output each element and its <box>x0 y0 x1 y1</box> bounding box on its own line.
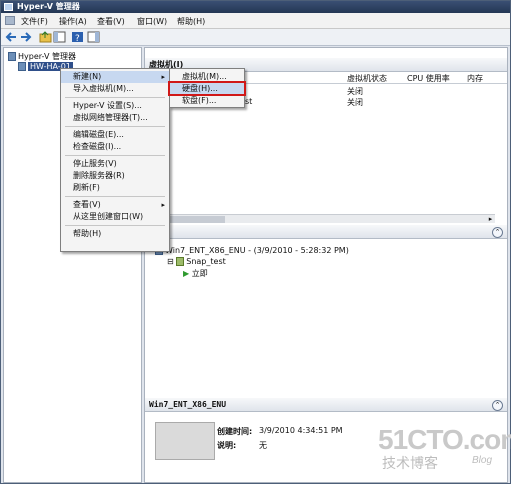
menu-item-label: 帮助(H) <box>73 229 102 238</box>
menu-action[interactable]: 操作(A) <box>59 16 87 27</box>
menu-item-label: 查看(V) <box>73 200 101 209</box>
vm-thumbnail <box>155 422 215 460</box>
snapshot-panel-header: S) <box>145 225 507 239</box>
menu-item-label: 虚拟网络管理器(T)... <box>73 113 148 122</box>
menu-help[interactable]: 帮助(H) <box>177 16 205 27</box>
tree-root[interactable]: Hyper-V 管理器 <box>8 51 76 62</box>
menu-item-label: 刷新(F) <box>73 183 100 192</box>
menu-separator <box>65 155 165 156</box>
notes-value: 无 <box>259 441 267 450</box>
menu-separator <box>65 97 165 98</box>
menu-item-stop-service[interactable]: 停止服务(V) <box>61 158 169 170</box>
menu-item-new-window[interactable]: 从这里创建窗口(W) <box>61 211 169 223</box>
snapshot-icon <box>176 257 185 266</box>
menu-item-label: 删除服务器(R) <box>73 171 125 180</box>
vm-state: 关闭 <box>347 87 363 96</box>
menu-item-label: 导入虚拟机(M)... <box>73 84 134 93</box>
created-value: 3/9/2010 4:34:51 PM <box>259 426 343 435</box>
window-title: Hyper-V 管理器 <box>17 2 80 11</box>
menu-item-new[interactable]: 新建(N) ▸ <box>61 71 169 83</box>
server-icon <box>18 62 26 71</box>
menu-item-network-manager[interactable]: 虚拟网络管理器(T)... <box>61 112 169 124</box>
details-panel-header: Win7_ENT_X86_ENU <box>145 398 507 412</box>
menu-item-help[interactable]: 帮助(H) <box>61 228 169 240</box>
watermark-site: 51CTO.com <box>378 424 511 455</box>
submenu-arrow-icon: ▸ <box>161 201 165 209</box>
forward-arrow-icon[interactable] <box>19 31 32 43</box>
created-label: 创建时间: <box>217 427 253 436</box>
menu-separator <box>65 196 165 197</box>
scroll-right-icon[interactable]: ▸ <box>486 215 495 224</box>
snapshot-label: Snap_test <box>186 257 226 266</box>
play-icon: ▶ <box>183 269 190 278</box>
snapshot-vm-node[interactable]: Win7_ENT_X86_ENU - (3/9/2010 - 5:28:32 P… <box>155 246 349 255</box>
up-folder-icon[interactable] <box>39 31 52 43</box>
submenu-item-floppy[interactable]: 软盘(F)... <box>170 95 244 107</box>
menu-item-edit-disk[interactable]: 编辑磁盘(E)... <box>61 129 169 141</box>
menu-view[interactable]: 查看(V) <box>97 16 125 27</box>
menu-bar: 文件(F) 操作(A) 查看(V) 窗口(W) 帮助(H) <box>1 13 510 29</box>
collapse-details-icon[interactable]: ⌃ <box>492 400 503 411</box>
context-menu: 新建(N) ▸ 导入虚拟机(M)... Hyper-V 设置(S)... 虚拟网络… <box>60 68 170 252</box>
vm-horizontal-scrollbar[interactable]: ◂ ▸ <box>145 214 495 223</box>
menu-item-label: 停止服务(V) <box>73 159 117 168</box>
notes-label: 说明: <box>217 441 237 450</box>
hyperv-manager-icon <box>8 52 16 61</box>
snapshot-node[interactable]: ⊟ Snap_test <box>167 257 226 266</box>
menu-separator <box>65 225 165 226</box>
menu-item-label: 检查磁盘(I)... <box>73 142 122 151</box>
back-arrow-icon[interactable] <box>5 31 18 43</box>
menu-separator <box>65 126 165 127</box>
menu-item-label: 从这里创建窗口(W) <box>73 212 144 221</box>
submenu-arrow-icon: ▸ <box>161 73 165 81</box>
vm-name: st <box>245 97 253 106</box>
vm-state: 关闭 <box>347 98 363 107</box>
column-cpu[interactable]: CPU 使用率 <box>407 73 450 84</box>
now-node[interactable]: ▶ 立即 <box>183 268 208 279</box>
menu-item-inspect-disk[interactable]: 检查磁盘(I)... <box>61 141 169 153</box>
menu-item-refresh[interactable]: 刷新(F) <box>61 182 169 194</box>
submenu-item-label: 虚拟机(M)... <box>182 72 227 81</box>
collapse-snapshots-icon[interactable]: ⌃ <box>492 227 503 238</box>
main-pane: 虚拟机(I) 虚拟机状态 CPU 使用率 内存 关闭 st 关闭 ◂ ▸ S) … <box>144 47 508 483</box>
hyperv-app-icon <box>4 3 13 11</box>
menu-item-label: 编辑磁盘(E)... <box>73 130 124 139</box>
menu-window[interactable]: 窗口(W) <box>137 16 167 27</box>
system-menu-icon[interactable] <box>5 16 15 25</box>
title-bar: Hyper-V 管理器 <box>1 1 510 13</box>
watermark-tagline: 技术博客 <box>382 456 438 472</box>
menu-item-import[interactable]: 导入虚拟机(M)... <box>61 83 169 95</box>
menu-item-label: 新建(N) <box>73 72 102 81</box>
watermark-blog: Blog <box>472 455 493 466</box>
highlight-box <box>168 81 246 96</box>
toolbar: ? <box>1 29 510 46</box>
details-panel-title: Win7_ENT_X86_ENU <box>149 400 227 409</box>
column-state[interactable]: 虚拟机状态 <box>347 73 387 84</box>
now-label: 立即 <box>191 269 208 278</box>
help-icon[interactable]: ? <box>71 31 84 43</box>
menu-item-label: Hyper-V 设置(S)... <box>73 101 142 110</box>
svg-text:?: ? <box>75 34 80 43</box>
show-hide-tree-icon[interactable] <box>53 31 66 43</box>
menu-item-view[interactable]: 查看(V) ▸ <box>61 199 169 211</box>
snapshot-vm-label: Win7_ENT_X86_ENU - (3/9/2010 - 5:28:32 P… <box>165 246 349 255</box>
menu-file[interactable]: 文件(F) <box>21 16 48 27</box>
menu-item-remove-server[interactable]: 删除服务器(R) <box>61 170 169 182</box>
submenu-item-label: 软盘(F)... <box>182 96 217 105</box>
expand-icon[interactable]: ⊟ <box>167 257 174 266</box>
menu-item-settings[interactable]: Hyper-V 设置(S)... <box>61 100 169 112</box>
tree-root-label: Hyper-V 管理器 <box>18 52 76 61</box>
column-memory[interactable]: 内存 <box>467 73 483 84</box>
action-pane-icon[interactable] <box>87 31 100 43</box>
